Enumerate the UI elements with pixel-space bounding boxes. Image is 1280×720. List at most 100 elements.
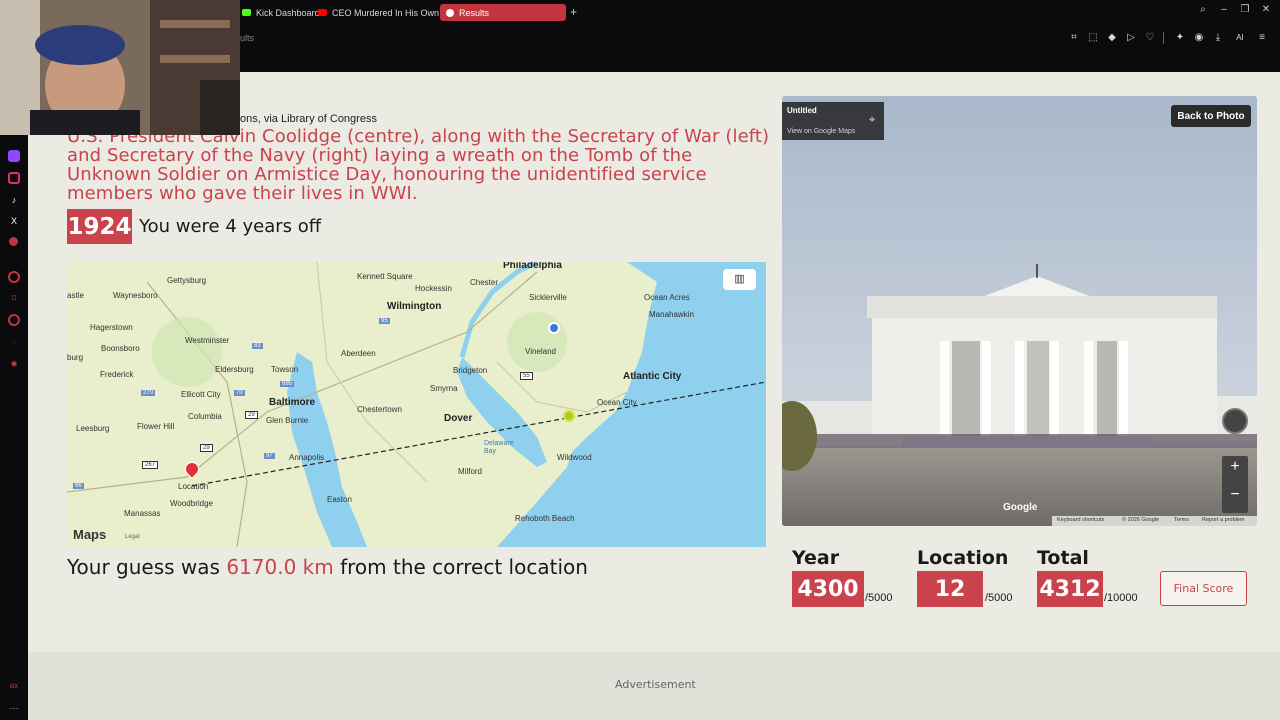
download-icon[interactable]: ⤓ — [1212, 32, 1224, 44]
menu-icon[interactable]: ≡ — [1256, 32, 1268, 44]
chat-icon[interactable]: ◌ — [8, 336, 20, 348]
route-shield: 70 — [234, 390, 245, 396]
map-label: Manahawkin — [649, 310, 694, 319]
map-label: Manassas — [124, 509, 161, 518]
location-score-value: 12 — [917, 571, 983, 607]
map-label: Annapolis — [289, 453, 325, 462]
map-label: Sicklerville — [529, 293, 567, 302]
map-label: Baltimore — [269, 397, 316, 408]
location-pin-icon[interactable]: ⌖ — [869, 114, 875, 127]
map-legal-link[interactable]: Legal — [125, 534, 140, 540]
route-shield: 95 — [379, 318, 390, 324]
site-icon — [446, 8, 454, 17]
map-label: Chestertown — [357, 405, 402, 414]
minimize-icon[interactable]: – — [1218, 4, 1230, 15]
screenshot-icon[interactable]: ⬚ — [1087, 32, 1099, 44]
search-icon[interactable]: ⌕ — [1197, 4, 1209, 15]
map-label: Woodbridge — [170, 499, 213, 508]
map-type-icon[interactable]: ▥ — [723, 269, 756, 290]
kick-icon — [242, 9, 251, 16]
tab-label: Results — [459, 7, 490, 18]
map-label: Kennett Square — [357, 272, 413, 281]
year-score-label: Year — [792, 547, 840, 569]
photo-credit: ctions, via Library of Congress — [229, 113, 377, 125]
settings-icon[interactable]: ✹ — [8, 358, 20, 370]
zoom-in-button[interactable]: + — [1222, 458, 1248, 476]
map-label: astle — [67, 291, 84, 300]
tab-label: CEO Murdered In His Own — [332, 7, 440, 18]
streetview-title: Untitled — [787, 106, 817, 115]
route-shield: 29 — [245, 411, 258, 419]
route-shield: 55 — [520, 372, 533, 380]
compass-icon[interactable] — [1222, 408, 1248, 434]
correct-year-badge: 1924 — [67, 209, 132, 244]
player-icon[interactable] — [8, 271, 20, 283]
year-score-value: 4300 — [792, 571, 864, 607]
apple-maps-logo: Maps — [73, 527, 107, 542]
zoom-out-button[interactable]: − — [1222, 486, 1248, 504]
toolbar: ⌗ ⬚ ◆ ▷ ♡ ✦ ◉ ⤓ AI ≡ — [1068, 32, 1268, 44]
map-label: Hagerstown — [90, 323, 133, 332]
new-tab-button[interactable]: + — [570, 5, 577, 19]
years-off-text: You were 4 years off — [139, 216, 322, 237]
pocket-icon[interactable]: ◆ — [1106, 32, 1118, 44]
separator — [1163, 32, 1167, 44]
tiktok-icon[interactable]: ♪ — [8, 194, 20, 206]
heart-icon[interactable]: ♡ — [1144, 32, 1156, 44]
total-score-value: 4312 — [1037, 571, 1103, 607]
map-label: Eldersburg — [215, 365, 254, 374]
street-view-panel[interactable]: Untitled View on Google Maps ⌖ Back to P… — [782, 96, 1257, 526]
keyboard-shortcuts-link[interactable]: Keyboard shortcuts — [1057, 517, 1104, 523]
bookmarks-icon[interactable]: ⌑ — [8, 292, 20, 304]
tab-youtube-video[interactable]: CEO Murdered In His Own — [312, 4, 445, 21]
instagram-icon[interactable] — [8, 172, 20, 184]
map-label: Frederick — [100, 370, 134, 379]
extensions-icon[interactable]: ✦ — [1174, 32, 1186, 44]
browser-sidebar: ♪ X ⌑ ◌ ✹ ax ⋯ — [0, 72, 28, 720]
ai-icon[interactable]: AI — [1231, 32, 1249, 44]
map-label: Atlantic City — [623, 371, 682, 382]
url-bar-text[interactable]: ults — [240, 33, 254, 43]
back-to-photo-button[interactable]: Back to Photo — [1171, 105, 1251, 127]
restore-icon[interactable]: ❐ — [1239, 4, 1251, 15]
map-label: Glen Burnie — [266, 416, 309, 425]
map-label: Chester — [470, 278, 499, 287]
street-view-image — [782, 96, 1257, 526]
webcam-overlay — [0, 0, 240, 135]
final-score-button[interactable]: Final Score — [1160, 571, 1247, 606]
poi-marker-icon — [548, 322, 560, 334]
map-label: Towson — [271, 365, 299, 374]
history-icon[interactable] — [8, 314, 20, 326]
route-shield: 29 — [200, 444, 213, 452]
twitch-icon[interactable] — [8, 150, 20, 162]
tab-label: Kick Dashboard — [256, 7, 320, 18]
map-label: Location — [178, 482, 209, 491]
distance-value: 6170.0 km — [226, 555, 334, 579]
map-label: Hockessin — [415, 284, 452, 293]
total-score-max: /10000 — [1104, 592, 1138, 604]
total-score-label: Total — [1037, 547, 1089, 569]
webcam-feed — [0, 0, 240, 135]
music-icon[interactable] — [9, 237, 18, 246]
play-icon[interactable]: ▷ — [1125, 32, 1137, 44]
terms-link[interactable]: Terms — [1174, 517, 1189, 523]
route-shield: 97 — [264, 453, 275, 459]
profile-icon[interactable]: ◉ — [1193, 32, 1205, 44]
photo-caption: U.S. President Calvin Coolidge (centre),… — [67, 126, 770, 204]
map-label: burg — [67, 353, 84, 362]
report-problem-link[interactable]: Report a problem — [1202, 517, 1245, 523]
bookmark-icon[interactable]: ⌗ — [1068, 32, 1080, 44]
map-label: Vineland — [525, 347, 556, 356]
tab-results[interactable]: Results — [440, 4, 566, 21]
route-shield: 267 — [142, 461, 159, 469]
map-label: Delaware Bay — [484, 440, 514, 455]
more-icon[interactable]: ⋯ — [8, 702, 20, 714]
map-label: Easton — [327, 495, 352, 504]
result-map[interactable]: Philadelphia Gettysburg Kennett Square C… — [67, 262, 766, 547]
map-label: Philadelphia — [503, 262, 562, 271]
guess-marker-icon[interactable] — [563, 410, 575, 422]
close-icon[interactable]: ✕ — [1260, 4, 1272, 15]
x-icon[interactable]: X — [8, 215, 20, 227]
youtube-icon — [318, 9, 327, 16]
view-on-google-maps-link[interactable]: View on Google Maps — [787, 128, 855, 135]
